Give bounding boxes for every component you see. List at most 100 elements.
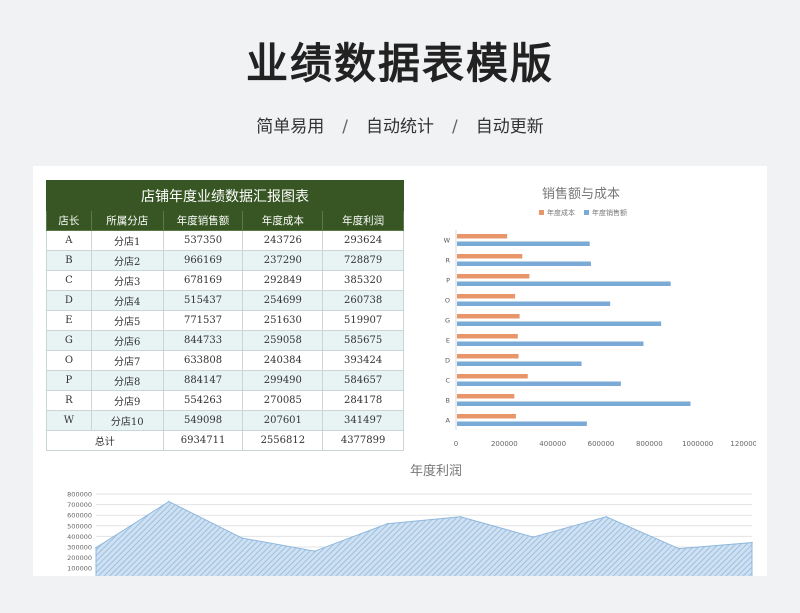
- sales-cell: 884147: [162, 370, 244, 391]
- profit-area: [95, 500, 753, 576]
- data-point: [678, 547, 680, 550]
- branch-cell: 分店7: [90, 350, 164, 371]
- profit-cell: 385320: [322, 270, 404, 291]
- table-title: 店铺年度业绩数据汇报图表: [46, 180, 404, 211]
- bar-cost: [457, 414, 516, 419]
- table-row: G 分店6 844733 259058 585675: [46, 330, 404, 351]
- bar-sales: [457, 341, 644, 346]
- tag-separator: /: [452, 117, 458, 137]
- y-tick-label: 800000: [67, 491, 92, 499]
- tag-easy: 简单易用: [256, 117, 325, 137]
- bar-sales: [457, 361, 582, 366]
- data-point: [95, 546, 97, 549]
- branch-cell: 分店9: [90, 390, 164, 411]
- y-tick-label: O: [445, 297, 450, 305]
- data-point: [168, 500, 170, 503]
- profit-cell: 284178: [322, 390, 404, 411]
- sales-cell: 549098: [162, 410, 244, 431]
- profit-cell: 393424: [322, 350, 404, 371]
- y-tick-label: B: [446, 397, 450, 405]
- bar-sales: [457, 261, 591, 266]
- sales-report-table: 店铺年度业绩数据汇报图表 店长 所属分店 年度销售额 年度成本 年度利润 A 分店…: [46, 180, 404, 451]
- x-tick-label: 600000: [588, 440, 615, 448]
- table-row: C 分店3 678169 292849 385320: [46, 270, 404, 291]
- data-point: [532, 536, 535, 538]
- data-point: [459, 515, 462, 518]
- manager-cell: E: [46, 310, 92, 331]
- cost-cell: 254699: [242, 290, 324, 311]
- manager-cell: R: [46, 390, 92, 411]
- profit-cell: 728879: [322, 250, 404, 271]
- total-label: 总计: [46, 430, 164, 451]
- y-tick-label: C: [445, 377, 450, 385]
- sales-cost-bar-chart: 销售额与成本年度成本 年度销售额 0 200000 400000 600000 800000…: [444, 186, 756, 448]
- sales-cell: 537350: [162, 230, 244, 251]
- table-row: E 分店5 771537 251630 519907: [46, 310, 404, 331]
- legend-label: 年度销售额: [592, 208, 627, 217]
- sales-cell: 633808: [162, 350, 244, 371]
- tag-separator: /: [342, 117, 348, 137]
- table-body: A 分店1 537350 243726 293624 B 分店2 966169 237290 72…: [46, 230, 404, 431]
- cost-cell: 270085: [242, 390, 324, 411]
- bar-cost: [457, 354, 519, 359]
- y-tick-label: P: [446, 277, 450, 285]
- branch-cell: 分店6: [90, 330, 164, 351]
- cost-cell: 243726: [242, 230, 324, 251]
- profit-cell: 293624: [322, 230, 404, 251]
- y-tick-label: 300000: [67, 544, 92, 552]
- manager-cell: G: [46, 330, 92, 351]
- chart-title: 年度利润: [410, 463, 462, 479]
- x-tick-label: 1200000: [730, 440, 756, 448]
- cost-cell: 299490: [242, 370, 324, 391]
- manager-cell: P: [46, 370, 92, 391]
- sales-cell: 966169: [162, 250, 244, 271]
- sales-cell: 678169: [162, 270, 244, 291]
- feature-tagline: 简单易用 / 自动统计 / 自动更新: [0, 112, 800, 137]
- cost-cell: 292849: [242, 270, 324, 291]
- x-tick-label: 1000000: [682, 440, 713, 448]
- manager-cell: W: [46, 410, 92, 431]
- data-point: [386, 522, 389, 525]
- bar-sales: [457, 301, 611, 306]
- y-tick-label: G: [445, 317, 450, 325]
- bar-sales: [457, 241, 590, 246]
- tag-auto-update: 自动更新: [475, 117, 544, 137]
- y-tick-label: D: [445, 357, 450, 365]
- bar-cost: [457, 314, 520, 319]
- bar-sales: [457, 401, 691, 406]
- data-point: [313, 550, 316, 552]
- table-row: P 分店8 884147 299490 584657: [46, 370, 404, 391]
- profit-cell: 585675: [322, 330, 404, 351]
- legend-swatch: [539, 210, 544, 215]
- cost-cell: 237290: [242, 250, 324, 271]
- legend-label: 年度成本: [547, 208, 575, 217]
- profit-cell: 519907: [322, 310, 404, 331]
- y-tick-label: E: [446, 337, 450, 345]
- legend-swatch: [584, 210, 589, 215]
- sales-cell: 554263: [162, 390, 244, 411]
- total-sales: 6934711: [162, 430, 244, 451]
- bar-cost: [457, 234, 508, 239]
- x-tick-label: 400000: [539, 440, 566, 448]
- cost-cell: 251630: [242, 310, 324, 331]
- profit-area-chart: 年度利润 800000 700000 600000 500000 400000 300000…: [67, 463, 753, 576]
- total-profit: 4377899: [322, 430, 404, 451]
- tag-auto-stat: 自动统计: [366, 117, 434, 137]
- data-point: [605, 516, 608, 518]
- profit-cell: 260738: [322, 290, 404, 311]
- bar-cost: [457, 374, 528, 379]
- data-point: [240, 537, 243, 539]
- branch-cell: 分店5: [90, 310, 164, 331]
- manager-cell: C: [46, 270, 92, 291]
- manager-cell: B: [46, 250, 92, 271]
- sales-cell: 515437: [162, 290, 244, 311]
- manager-cell: A: [46, 230, 92, 251]
- branch-cell: 分店3: [90, 270, 164, 291]
- chart-title: 销售额与成本: [542, 186, 620, 202]
- y-tick-label: 700000: [67, 501, 92, 509]
- table-row: R 分店9 554263 270085 284178: [46, 390, 404, 411]
- table-row: A 分店1 537350 243726 293624: [46, 230, 404, 251]
- y-tick-label: W: [444, 237, 451, 245]
- column-header: 店长: [46, 210, 92, 231]
- page-title: 业绩数据表模版: [245, 39, 554, 88]
